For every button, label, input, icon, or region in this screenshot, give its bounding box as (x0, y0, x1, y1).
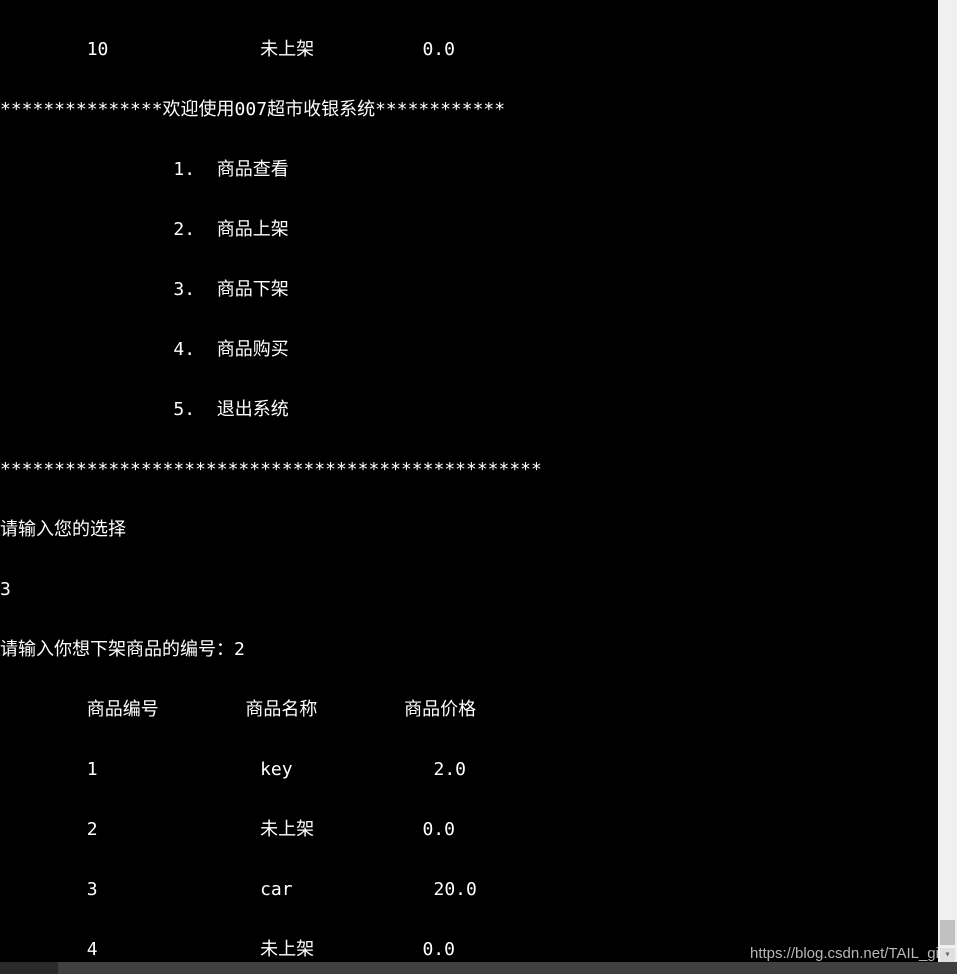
table-row: 2 未上架 0.0 (0, 820, 938, 840)
banner-line: ***************欢迎使用007超市收银系统************ (0, 100, 938, 120)
separator-line: ****************************************… (0, 460, 938, 480)
menu-line: 1. 商品查看 (0, 160, 938, 180)
scrollbar-thumb[interactable] (940, 920, 955, 945)
horizontal-scrollbar[interactable] (0, 962, 957, 974)
prompt-line: 请输入您的选择 (0, 520, 938, 540)
menu-line: 3. 商品下架 (0, 280, 938, 300)
menu-line: 2. 商品上架 (0, 220, 938, 240)
vertical-scrollbar[interactable]: ▾ (938, 0, 957, 962)
table-row: 3 car 20.0 (0, 880, 938, 900)
prompt-line: 请输入你想下架商品的编号：2 (0, 640, 938, 660)
scroll-down-arrow-icon[interactable]: ▾ (940, 948, 955, 962)
terminal-window[interactable]: 10 未上架 0.0 ***************欢迎使用007超市收银系统*… (0, 0, 938, 962)
menu-line: 4. 商品购买 (0, 340, 938, 360)
watermark-text: https://blog.csdn.net/TAIL_gi (750, 945, 939, 962)
menu-line: 5. 退出系统 (0, 400, 938, 420)
output-line: 10 未上架 0.0 (0, 40, 938, 60)
user-input-line: 3 (0, 580, 938, 600)
table-row: 1 key 2.0 (0, 760, 938, 780)
table-header-line: 商品编号 商品名称 商品价格 (0, 700, 938, 720)
scrollbar-corner (0, 962, 58, 974)
